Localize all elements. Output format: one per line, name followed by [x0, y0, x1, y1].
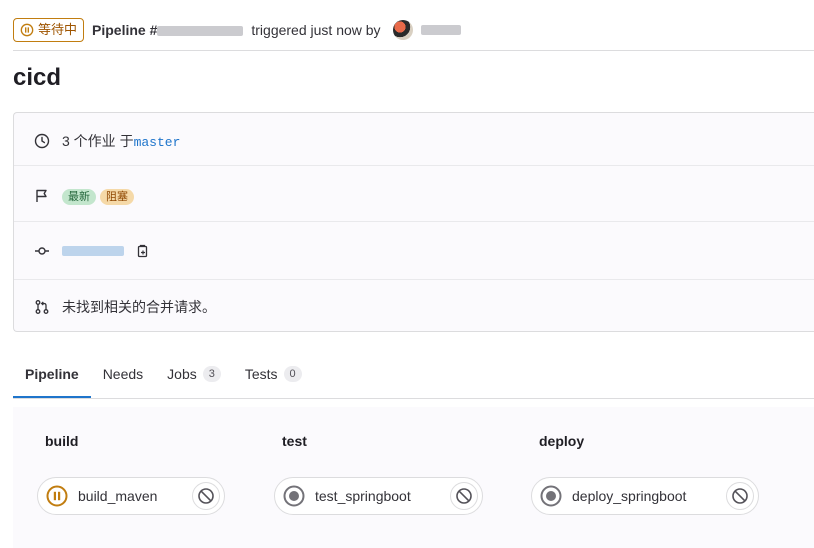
redacted-commit-sha[interactable]	[62, 246, 124, 256]
status-label: 等待中	[38, 22, 78, 37]
tab-pipeline[interactable]: Pipeline	[13, 350, 91, 398]
stage-title-deploy: deploy	[539, 433, 585, 449]
commit-icon	[35, 247, 49, 255]
tab-label: Needs	[102, 366, 144, 382]
cancel-icon	[198, 488, 214, 504]
merge-request-text: 未找到相关的合并请求。	[62, 299, 216, 315]
pipeline-id: Pipeline #	[92, 22, 244, 38]
redacted-pipeline-number	[157, 26, 244, 37]
pipeline-header: 等待中 Pipeline # triggered just now by	[13, 10, 814, 50]
created-status-icon	[283, 485, 305, 507]
cancel-button[interactable]	[450, 482, 478, 510]
tab-jobs[interactable]: Jobs 3	[155, 350, 233, 398]
pause-icon	[20, 23, 34, 37]
tab-label: Jobs	[167, 366, 197, 382]
job-name: deploy_springboot	[572, 488, 687, 504]
jobs-summary-text: 3 个作业 于	[62, 133, 134, 149]
pipeline-graph: build test deploy build_maven test_sprin…	[13, 407, 814, 548]
row-divider	[14, 221, 814, 222]
latest-badge: 最新	[62, 189, 96, 205]
tests-count-badge: 0	[283, 366, 302, 382]
badges-row: 最新 阻塞	[14, 186, 814, 206]
avatar[interactable]	[392, 20, 413, 40]
tab-needs[interactable]: Needs	[91, 350, 155, 398]
blocked-badge: 阻塞	[100, 189, 134, 205]
cancel-button[interactable]	[192, 482, 220, 510]
status-badge[interactable]: 等待中	[13, 18, 85, 42]
job-build-maven[interactable]: build_maven	[37, 477, 225, 515]
tab-label: Pipeline	[25, 366, 79, 382]
pipeline-tabs: Pipeline Needs Jobs 3 Tests 0	[13, 350, 814, 399]
stage-title-test: test	[282, 433, 307, 449]
commit-row	[14, 241, 814, 261]
job-name: build_maven	[78, 488, 158, 504]
branch-link[interactable]: master	[134, 135, 181, 150]
cancel-icon	[456, 488, 472, 504]
header-divider	[13, 50, 814, 51]
paused-status-icon	[46, 485, 68, 507]
flag-icon	[36, 189, 47, 202]
job-name: test_springboot	[315, 488, 411, 504]
cancel-button[interactable]	[726, 482, 754, 510]
clock-icon	[34, 133, 50, 149]
jobs-summary: 3 个作业 于master	[62, 131, 180, 151]
stage-title-build: build	[45, 433, 79, 449]
job-test-springboot[interactable]: test_springboot	[274, 477, 483, 515]
copy-icon[interactable]	[134, 243, 150, 259]
triggered-text: triggered just now by	[251, 22, 381, 38]
redacted-username[interactable]	[420, 25, 461, 35]
job-deploy-springboot[interactable]: deploy_springboot	[531, 477, 759, 515]
tab-label: Tests	[244, 366, 278, 382]
jobs-summary-row: 3 个作业 于master	[14, 131, 814, 151]
row-divider	[14, 165, 814, 166]
pipeline-prefix: Pipeline #	[92, 22, 158, 38]
merge-request-icon	[35, 300, 49, 314]
cancel-icon	[732, 488, 748, 504]
pipeline-info-card: 3 个作业 于master 最新 阻塞 未找到相关的合并请求。	[13, 112, 814, 332]
page-title: cicd	[13, 64, 62, 91]
merge-request-row: 未找到相关的合并请求。	[14, 297, 814, 317]
row-divider	[14, 279, 814, 280]
created-status-icon	[540, 485, 562, 507]
jobs-count-badge: 3	[202, 366, 221, 382]
tab-tests[interactable]: Tests 0	[233, 350, 314, 398]
